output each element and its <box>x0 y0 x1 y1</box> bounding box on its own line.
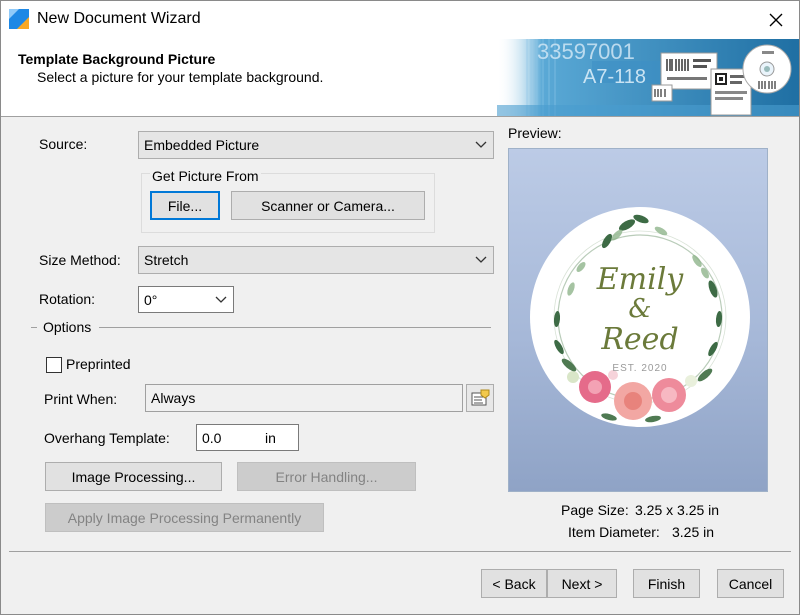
print-when-value: Always <box>151 390 196 406</box>
print-when-field[interactable]: Always <box>145 384 463 412</box>
footer-separator <box>9 551 791 552</box>
page-title: Template Background Picture <box>18 51 216 67</box>
page-size-value: 3.25 x 3.25 in <box>635 502 720 518</box>
size-method-dropdown[interactable]: Stretch <box>138 246 494 274</box>
overhang-label: Overhang Template: <box>44 430 170 446</box>
rotation-value: 0° <box>144 291 158 308</box>
preview-ampersand: & <box>628 294 651 324</box>
error-handling-button: Error Handling... <box>237 462 416 491</box>
preprinted-checkbox[interactable] <box>46 357 62 373</box>
item-diameter-label: Item Diameter: <box>568 524 660 540</box>
cancel-button[interactable]: Cancel <box>717 569 784 598</box>
preview-label: Preview: <box>508 125 562 141</box>
chevron-down-icon <box>475 256 487 263</box>
close-button[interactable] <box>756 3 796 37</box>
back-button[interactable]: < Back <box>481 569 547 598</box>
preview-name-line2: Reed <box>600 322 678 357</box>
page-subtitle: Select a picture for your template backg… <box>37 69 324 85</box>
finish-button[interactable]: Finish <box>633 569 700 598</box>
preprinted-label: Preprinted <box>66 356 131 372</box>
file-button[interactable]: File... <box>150 191 220 220</box>
print-when-label: Print When: <box>44 391 118 407</box>
preview-image: Emily & Reed EST. 2020 <box>530 207 750 427</box>
next-button[interactable]: Next > <box>547 569 617 598</box>
wizard-window: New Document Wizard Template Background … <box>0 0 800 615</box>
preview-est: EST. 2020 <box>612 363 667 374</box>
banner-number-text: 33597001 <box>537 39 635 64</box>
preview-pane: Emily & Reed EST. 2020 <box>508 148 768 492</box>
print-when-picker-button[interactable] <box>466 384 494 412</box>
rotation-dropdown[interactable]: 0° <box>138 286 234 313</box>
overhang-value: 0.0 <box>202 429 222 446</box>
chevron-down-icon <box>475 141 487 148</box>
banner-code-text: A7-118 <box>583 66 646 88</box>
options-separator-left <box>31 327 37 328</box>
source-label: Source: <box>39 136 88 152</box>
get-picture-from-label: Get Picture From <box>150 168 261 184</box>
rotation-label: Rotation: <box>39 291 96 307</box>
options-label: Options <box>43 319 92 335</box>
overhang-input[interactable]: 0.0 in <box>196 424 299 451</box>
page-size-label: Page Size: <box>561 502 629 518</box>
source-dropdown[interactable]: Embedded Picture <box>138 131 494 159</box>
header-banner-image: 33597001 A7-118 <box>497 39 799 116</box>
item-diameter-value: 3.25 in <box>672 524 715 540</box>
window-title: New Document Wizard <box>37 10 201 27</box>
apply-image-processing-button: Apply Image Processing Permanently <box>45 503 324 532</box>
chevron-down-icon <box>215 296 227 303</box>
wizard-header: Template Background Picture Select a pic… <box>1 39 799 117</box>
app-logo-icon <box>9 9 29 29</box>
image-processing-button[interactable]: Image Processing... <box>45 462 222 491</box>
options-separator <box>99 327 491 328</box>
scanner-camera-button[interactable]: Scanner or Camera... <box>231 191 425 220</box>
size-method-value: Stretch <box>144 252 189 268</box>
title-bar: New Document Wizard <box>1 1 799 39</box>
formula-picker-icon <box>471 389 490 406</box>
source-value: Embedded Picture <box>144 137 260 153</box>
overhang-unit: in <box>265 429 276 446</box>
preview-name-line1: Emily <box>596 262 685 297</box>
size-method-label: Size Method: <box>39 252 121 268</box>
close-icon <box>769 13 783 27</box>
